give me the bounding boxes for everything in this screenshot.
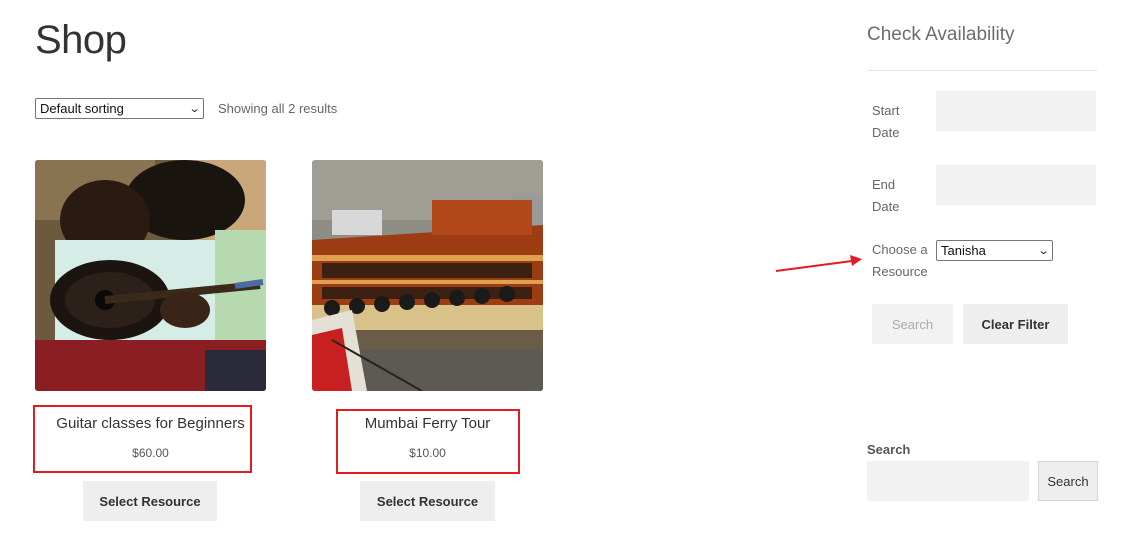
end-date-label: End Date (872, 177, 900, 214)
search-button[interactable]: Search (1038, 461, 1098, 501)
start-date-input[interactable] (936, 91, 1096, 131)
start-date-label: Start Date (872, 103, 900, 140)
clear-filter-button[interactable]: Clear Filter (963, 304, 1068, 344)
check-availability-title: Check Availability (867, 24, 1015, 45)
chevron-down-icon: ⌄ (1037, 245, 1050, 257)
select-resource-button[interactable]: Select Resource (83, 481, 217, 521)
resource-select[interactable]: Tanisha ⌄ (936, 240, 1053, 261)
availability-search-button[interactable]: Search (872, 304, 953, 344)
divider (867, 70, 1097, 71)
product-price: $10.00 (409, 446, 446, 460)
search-widget-label: Search (867, 442, 911, 457)
resource-label: Choose a Resource (872, 242, 928, 279)
end-date-input[interactable] (936, 165, 1096, 205)
annotation-arrow-icon (775, 255, 862, 272)
sorting-selected-value: Default sorting (40, 101, 124, 116)
product-image-guitar[interactable] (35, 160, 266, 391)
sorting-select[interactable]: Default sorting ⌄ (35, 98, 204, 119)
select-resource-button[interactable]: Select Resource (360, 481, 495, 521)
product-price: $60.00 (132, 446, 169, 460)
product-image-ferry[interactable] (312, 160, 543, 391)
page-title: Shop (35, 18, 127, 62)
result-count: Showing all 2 results (218, 101, 338, 116)
chevron-down-icon: ⌄ (188, 103, 201, 115)
product-title[interactable]: Guitar classes for Beginners (35, 415, 266, 432)
product-title[interactable]: Mumbai Ferry Tour (312, 415, 543, 432)
search-input[interactable] (867, 461, 1029, 501)
resource-selected-value: Tanisha (941, 243, 986, 258)
